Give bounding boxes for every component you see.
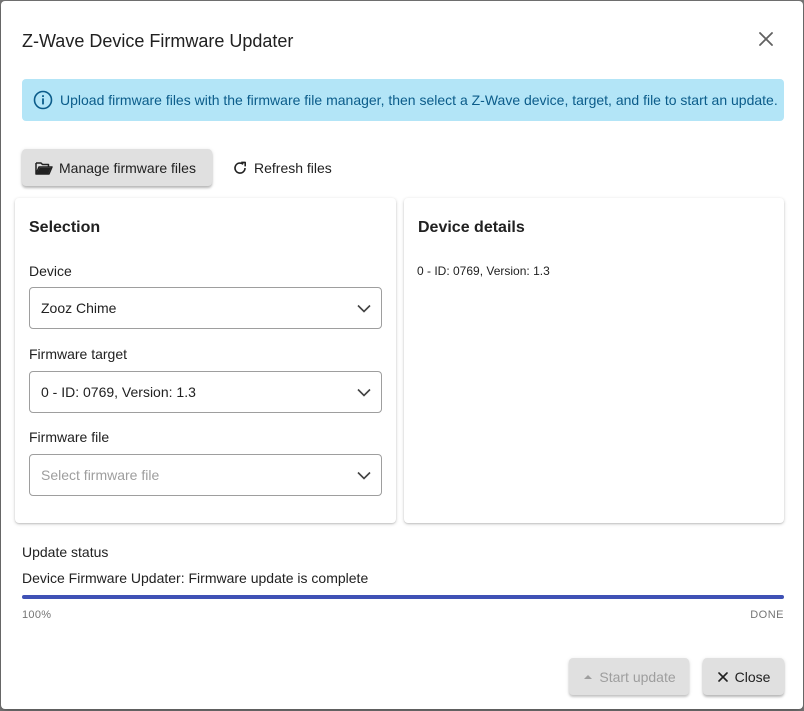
- chevron-down-icon: [357, 303, 371, 313]
- info-text: Upload firmware files with the firmware …: [60, 92, 778, 108]
- progress-state-text: DONE: [750, 609, 784, 621]
- info-banner: Upload firmware files with the firmware …: [22, 79, 784, 121]
- progress-percent-text: 100%: [22, 609, 52, 621]
- device-value: Zooz Chime: [41, 300, 117, 316]
- firmware-file-placeholder: Select firmware file: [41, 467, 160, 483]
- dialog-title: Z-Wave Device Firmware Updater: [22, 31, 294, 51]
- start-update-button[interactable]: Start update: [569, 658, 689, 695]
- device-details-card: Device details 0 - ID: 0769, Version: 1.…: [404, 198, 784, 523]
- folder-open-icon: [35, 159, 53, 177]
- info-icon: [32, 89, 54, 111]
- device-select[interactable]: Zooz Chime: [29, 287, 382, 329]
- upload-arrow-icon: [582, 671, 594, 683]
- chevron-down-icon: [357, 470, 371, 480]
- firmware-file-label: Firmware file: [29, 429, 110, 445]
- update-status-label: Update status: [22, 544, 109, 560]
- close-icon: [717, 671, 729, 683]
- device-details-title: Device details: [418, 219, 525, 236]
- close-button[interactable]: Close: [703, 658, 784, 695]
- device-label: Device: [29, 263, 72, 279]
- dialog-close-button[interactable]: [753, 28, 779, 54]
- refresh-files-label: Refresh files: [254, 159, 332, 176]
- close-icon: [759, 31, 773, 51]
- firmware-target-value: 0 - ID: 0769, Version: 1.3: [41, 384, 196, 400]
- firmware-target-label: Firmware target: [29, 346, 128, 362]
- device-details-text: 0 - ID: 0769, Version: 1.3: [417, 264, 550, 278]
- close-label: Close: [734, 668, 771, 685]
- start-update-label: Start update: [599, 668, 676, 685]
- selection-card: Selection Device Zooz Chime Firmware tar…: [15, 198, 396, 523]
- manage-firmware-files-label: Manage firmware files: [59, 159, 196, 176]
- firmware-file-select[interactable]: Select firmware file: [29, 454, 382, 496]
- update-progress-bar: [22, 595, 784, 599]
- manage-firmware-files-button[interactable]: Manage firmware files: [22, 149, 212, 186]
- firmware-target-select[interactable]: 0 - ID: 0769, Version: 1.3: [29, 371, 382, 413]
- refresh-icon: [231, 159, 249, 177]
- refresh-files-button[interactable]: Refresh files: [223, 149, 341, 186]
- update-progress-fill: [22, 595, 784, 599]
- selection-title: Selection: [29, 219, 101, 236]
- update-status-message: Device Firmware Updater: Firmware update…: [22, 570, 369, 586]
- chevron-down-icon: [357, 387, 371, 397]
- firmware-updater-dialog: Z-Wave Device Firmware Updater Upload fi…: [1, 1, 803, 709]
